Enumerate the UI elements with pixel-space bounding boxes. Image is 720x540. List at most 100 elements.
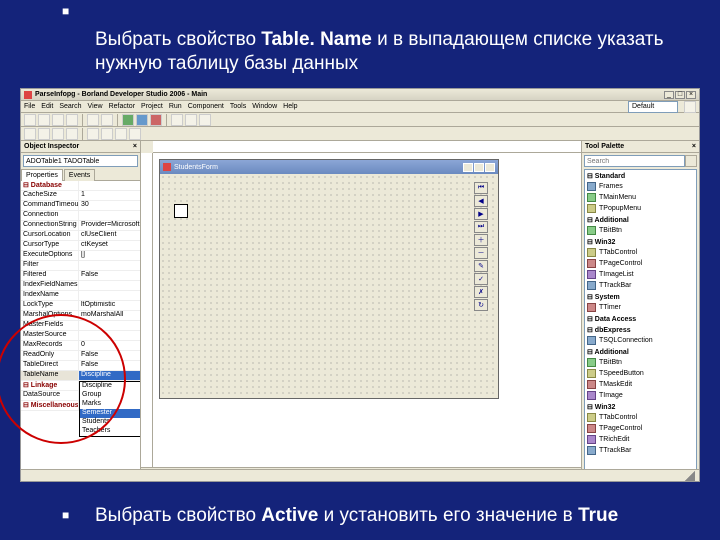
menu-window[interactable]: Window [252, 103, 277, 110]
palette-item[interactable]: TImage [585, 390, 696, 401]
dropdown-item[interactable]: Marks [80, 400, 140, 409]
undo-icon[interactable] [87, 114, 99, 126]
property-row[interactable]: MaxRecords0 [21, 341, 140, 351]
property-row[interactable]: FilteredFalse [21, 271, 140, 281]
align-icon[interactable] [52, 128, 64, 140]
palette-item[interactable]: TPageControl [585, 258, 696, 269]
palette-category[interactable]: ⊟ System [585, 291, 696, 302]
dropdown-item[interactable]: Semester [80, 409, 140, 418]
property-row[interactable]: ReadOnlyFalse [21, 351, 140, 361]
close-button[interactable]: × [686, 91, 696, 99]
stop-icon[interactable] [150, 114, 162, 126]
palette-item[interactable]: TBitBtn [585, 357, 696, 368]
search-icon[interactable] [685, 155, 697, 167]
palette-item[interactable]: TPageControl [585, 423, 696, 434]
titlebar[interactable]: ParseInfopg - Borland Developer Studio 2… [21, 89, 699, 101]
property-row[interactable]: ⊟ Database [21, 181, 140, 191]
property-row[interactable]: LockTypeltOptimistic [21, 301, 140, 311]
menu-refactor[interactable]: Refactor [109, 103, 135, 110]
max-button[interactable]: □ [675, 91, 685, 99]
tool-icon[interactable] [684, 101, 696, 113]
object-combo[interactable]: ADOTable1 TADOTable [23, 155, 138, 167]
nav-button[interactable]: ⏮ [474, 182, 488, 194]
tablename-dropdown[interactable]: DisciplineGroupMarksSemesterStudentsTeac… [79, 381, 140, 437]
property-row[interactable]: IndexFieldNames [21, 281, 140, 291]
dbnavigator[interactable]: ⏮◀▶⏭＋－✎✓✗↻ [474, 182, 488, 312]
menu-edit[interactable]: Edit [41, 103, 53, 110]
menu-file[interactable]: File [24, 103, 35, 110]
step-icon[interactable] [185, 114, 197, 126]
property-row[interactable]: Connection [21, 211, 140, 221]
palette-item[interactable]: Frames [585, 181, 696, 192]
property-row[interactable]: CommandTimeout30 [21, 201, 140, 211]
resize-grip[interactable] [685, 471, 695, 481]
form-window[interactable]: StudentsForm ⏮◀▶⏭＋－✎✓✗↻ [159, 159, 499, 399]
palette-tree[interactable]: ⊟ StandardFramesTMainMenuTPopupMenu⊟ Add… [584, 169, 697, 479]
form-titlebar[interactable]: StudentsForm [160, 160, 498, 174]
palette-category[interactable]: ⊟ Additional [585, 214, 696, 225]
palette-item[interactable]: TSQLConnection [585, 335, 696, 346]
nav-button[interactable]: ✗ [474, 286, 488, 298]
nav-button[interactable]: ＋ [474, 234, 488, 246]
form-max[interactable] [474, 163, 484, 172]
menu-help[interactable]: Help [283, 103, 297, 110]
menu-run[interactable]: Run [169, 103, 182, 110]
nav-button[interactable]: ↻ [474, 299, 488, 311]
nav-button[interactable]: ⏭ [474, 221, 488, 233]
palette-item[interactable]: TTabControl [585, 412, 696, 423]
property-row[interactable]: CursorLocationclUseClient [21, 231, 140, 241]
menu-component[interactable]: Component [188, 103, 224, 110]
property-row[interactable]: CacheSize1 [21, 191, 140, 201]
menu-search[interactable]: Search [59, 103, 81, 110]
form-min[interactable] [463, 163, 473, 172]
step-icon[interactable] [199, 114, 211, 126]
property-row[interactable]: MarshalOptionsmoMarshalAll [21, 311, 140, 321]
align-icon[interactable] [66, 128, 78, 140]
palette-category[interactable]: ⊟ Win32 [585, 401, 696, 412]
property-row[interactable]: MasterFields [21, 321, 140, 331]
palette-item[interactable]: TTimer [585, 302, 696, 313]
menu-tools[interactable]: Tools [230, 103, 246, 110]
datasource-component[interactable] [174, 204, 188, 218]
align-icon[interactable] [129, 128, 141, 140]
palette-category[interactable]: ⊟ Additional [585, 346, 696, 357]
palette-item[interactable]: TPopupMenu [585, 203, 696, 214]
save-icon[interactable] [52, 114, 64, 126]
align-icon[interactable] [115, 128, 127, 140]
dropdown-item[interactable]: Discipline [80, 382, 140, 391]
close-icon[interactable]: × [133, 143, 137, 150]
nav-button[interactable]: － [474, 247, 488, 259]
palette-category[interactable]: ⊟ Standard [585, 170, 696, 181]
nav-button[interactable]: ▶ [474, 208, 488, 220]
form-designer[interactable]: StudentsForm ⏮◀▶⏭＋－✎✓✗↻ [153, 153, 581, 467]
property-row[interactable]: CursorTypectKeyset [21, 241, 140, 251]
open-icon[interactable] [38, 114, 50, 126]
property-row[interactable]: ConnectionStringProvider=Microsoft.OLE.D… [21, 221, 140, 231]
property-grid[interactable]: ⊟ DatabaseCacheSize1CommandTimeout30Conn… [21, 181, 140, 481]
close-icon[interactable]: × [692, 143, 696, 150]
align-icon[interactable] [87, 128, 99, 140]
layout-combo[interactable]: Default [628, 101, 678, 113]
dropdown-item[interactable]: Group [80, 391, 140, 400]
palette-category[interactable]: ⊟ Win32 [585, 236, 696, 247]
palette-item[interactable]: TImageList [585, 269, 696, 280]
palette-category[interactable]: ⊟ dbExpress [585, 324, 696, 335]
property-row[interactable]: ExecuteOptions[] [21, 251, 140, 261]
palette-item[interactable]: TRichEdit [585, 434, 696, 445]
align-icon[interactable] [38, 128, 50, 140]
run-icon[interactable] [122, 114, 134, 126]
redo-icon[interactable] [101, 114, 113, 126]
menu-project[interactable]: Project [141, 103, 163, 110]
palette-item[interactable]: TTrackBar [585, 445, 696, 456]
property-row[interactable]: Filter [21, 261, 140, 271]
property-row[interactable]: TableNameDiscipline [21, 371, 140, 381]
min-button[interactable]: _ [664, 91, 674, 99]
saveall-icon[interactable] [66, 114, 78, 126]
palette-item[interactable]: TBitBtn [585, 225, 696, 236]
nav-button[interactable]: ✓ [474, 273, 488, 285]
property-row[interactable]: IndexName [21, 291, 140, 301]
form-close[interactable] [485, 163, 495, 172]
tab-events[interactable]: Events [64, 169, 95, 181]
tab-properties[interactable]: Properties [21, 169, 63, 181]
align-icon[interactable] [101, 128, 113, 140]
